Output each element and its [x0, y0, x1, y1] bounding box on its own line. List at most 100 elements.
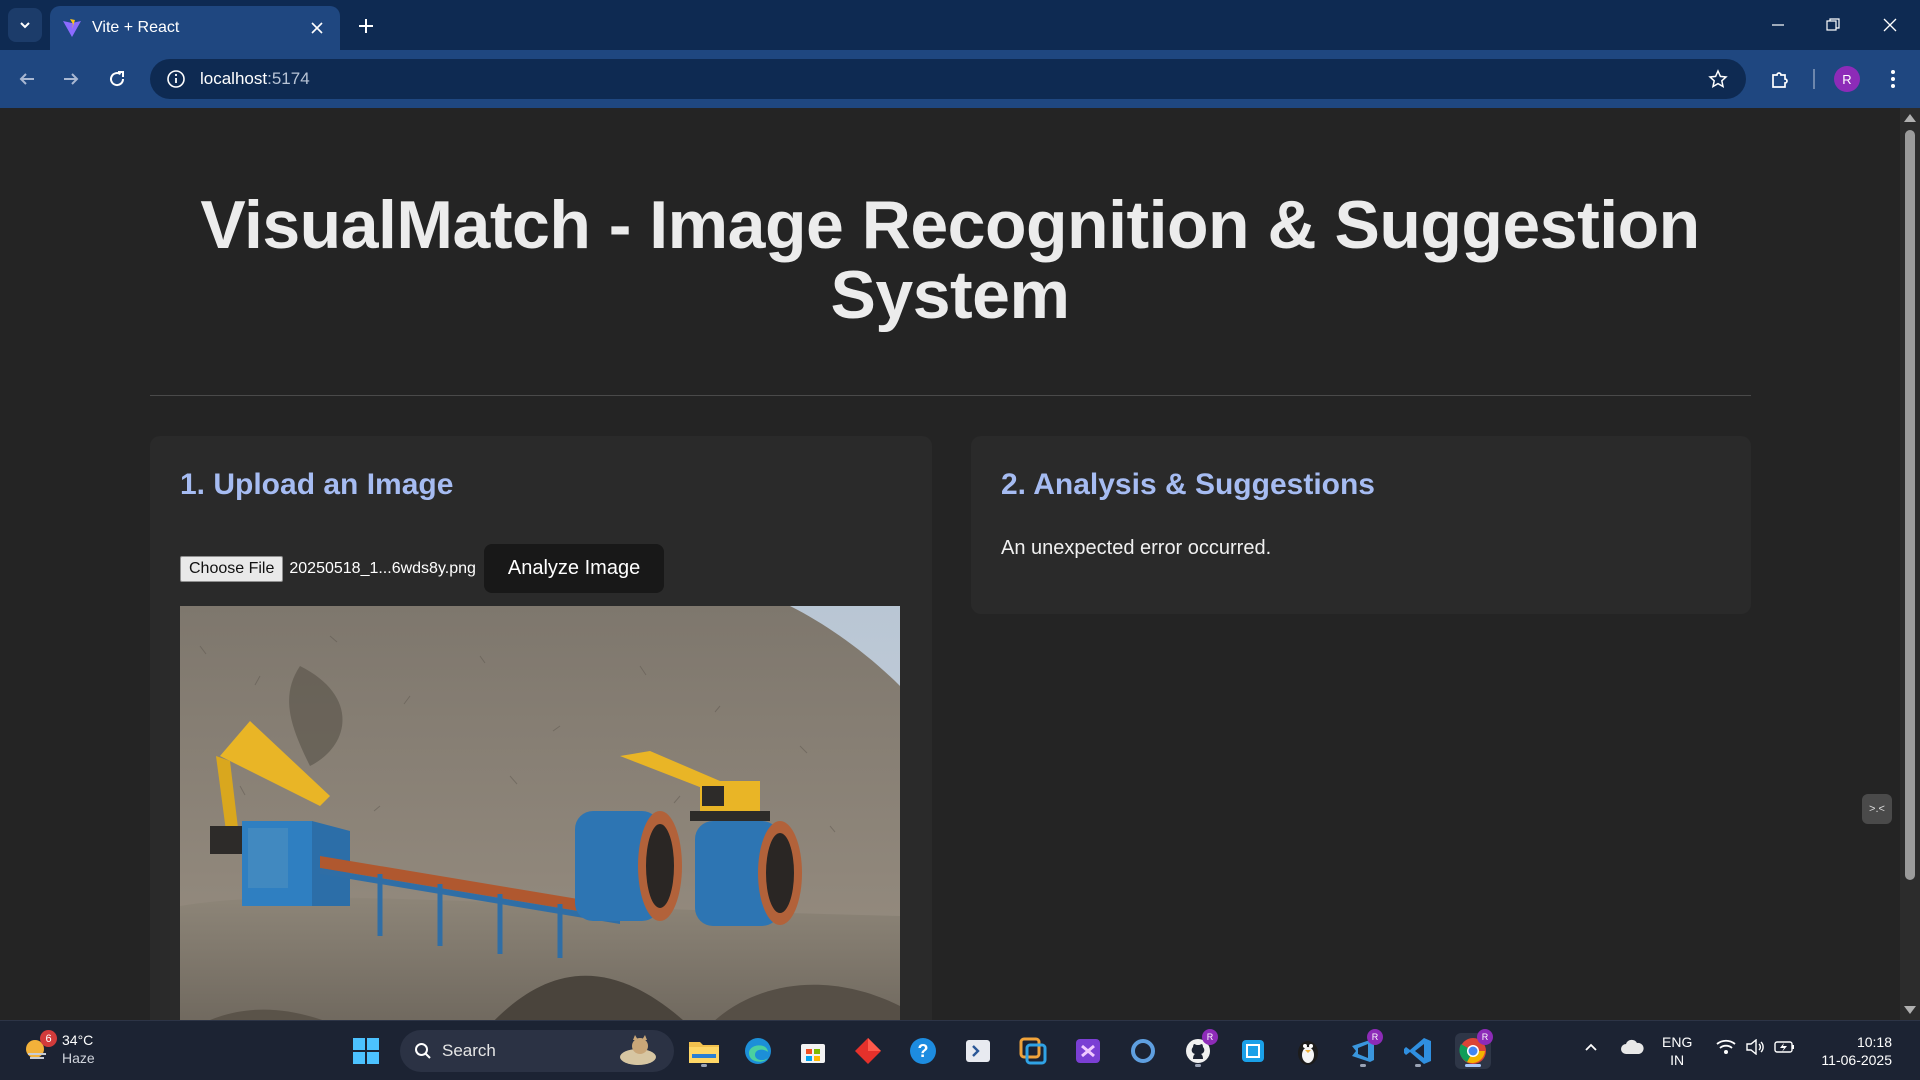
- landfill-excavator-photo: [180, 606, 900, 1020]
- lang-region: IN: [1670, 1052, 1685, 1068]
- restore-icon: [1826, 18, 1840, 31]
- weather-badge: 6: [40, 1030, 57, 1047]
- scroll-thumb[interactable]: [1905, 130, 1915, 880]
- title-divider: [150, 395, 1751, 396]
- taskbar: 6 34°C Haze Search ? R R R ENG IN 10:18 …: [0, 1020, 1920, 1080]
- url-port: :5174: [267, 69, 310, 88]
- red-diamond-app-taskbar-icon[interactable]: [850, 1033, 886, 1069]
- show-hidden-icons-button[interactable]: [1583, 1039, 1599, 1058]
- browser-toolbar: localhost:5174 R: [0, 50, 1920, 108]
- input-language-indicator[interactable]: ENG IN: [1662, 1033, 1692, 1069]
- vscode-taskbar-icon[interactable]: [1400, 1033, 1436, 1069]
- browser-menu-button[interactable]: [1878, 64, 1908, 94]
- reload-icon: [110, 71, 125, 87]
- weather-temp: 34°C: [62, 1032, 94, 1048]
- running-indicator: [1415, 1064, 1421, 1067]
- wifi-icon: [1716, 1039, 1736, 1054]
- uploaded-image-preview: [180, 606, 900, 1020]
- star-icon[interactable]: [1708, 69, 1728, 89]
- site-info-icon[interactable]: [166, 69, 186, 89]
- back-button[interactable]: [12, 64, 42, 94]
- active-indicator: [1465, 1064, 1481, 1067]
- weather-widget[interactable]: 6 34°C Haze: [22, 1030, 95, 1067]
- microsoft-store-taskbar-icon[interactable]: [795, 1033, 831, 1069]
- page-viewport: VisualMatch - Image Recognition & Sugges…: [0, 108, 1900, 1020]
- speaker-icon: [1746, 1038, 1764, 1056]
- running-indicator: [701, 1064, 707, 1067]
- snipping-tool-taskbar-icon[interactable]: [1235, 1033, 1271, 1069]
- tab-search-button[interactable]: [8, 8, 42, 42]
- minimize-button[interactable]: [1758, 10, 1798, 40]
- minimize-icon: [1772, 24, 1784, 26]
- url-text: localhost:5174: [200, 69, 310, 89]
- scroll-down-arrow[interactable]: [1904, 1006, 1916, 1014]
- tab-title: Vite + React: [92, 19, 180, 36]
- page-scrollbar[interactable]: [1900, 108, 1920, 1020]
- file-input-row: Choose File 20250518_1...6wds8y.png Anal…: [180, 544, 665, 593]
- weather-icon: 6: [22, 1030, 57, 1064]
- windows-logo-icon: [353, 1038, 379, 1064]
- address-bar[interactable]: localhost:5174: [150, 59, 1746, 99]
- taskbar-search[interactable]: Search: [400, 1030, 674, 1072]
- cortana-ring-taskbar-icon[interactable]: [1125, 1033, 1161, 1069]
- weather-condition: Haze: [62, 1050, 95, 1066]
- puzzle-icon: [1772, 72, 1788, 88]
- battery-charging-icon: [1774, 1041, 1794, 1053]
- network-status-button[interactable]: [1716, 1039, 1736, 1058]
- profile-badge: R: [1477, 1029, 1493, 1045]
- clock-time: 10:18: [1856, 1034, 1892, 1050]
- get-help-taskbar-icon[interactable]: ?: [905, 1033, 941, 1069]
- visual-studio-taskbar-icon[interactable]: [1070, 1033, 1106, 1069]
- choose-file-button[interactable]: Choose File: [180, 555, 284, 582]
- lang-code: ENG: [1662, 1034, 1693, 1050]
- page-title: VisualMatch - Image Recognition & Sugges…: [200, 187, 1700, 333]
- svg-text:?: ?: [918, 1041, 929, 1061]
- floating-widget-button[interactable]: >.<: [1862, 794, 1892, 824]
- close-window-button[interactable]: [1870, 10, 1910, 40]
- file-explorer-taskbar-icon[interactable]: [686, 1033, 722, 1069]
- analysis-heading: 2. Analysis & Suggestions: [1001, 468, 1375, 501]
- avatar: R: [1834, 66, 1860, 92]
- clock-date: 11-06-2025: [1821, 1052, 1892, 1068]
- chrome-taskbar-icon[interactable]: R: [1455, 1029, 1493, 1069]
- windows-365-taskbar-icon[interactable]: [1015, 1033, 1051, 1069]
- github-taskbar-icon[interactable]: R: [1180, 1029, 1218, 1069]
- search-icon: [415, 1043, 431, 1059]
- penguin-app-taskbar-icon[interactable]: [1290, 1033, 1326, 1069]
- cloud-icon: [1621, 1039, 1644, 1054]
- close-icon: [1883, 18, 1897, 32]
- profile-badge: R: [1202, 1029, 1218, 1045]
- chevron-up-icon: [1585, 1043, 1597, 1051]
- running-indicator: [1195, 1064, 1201, 1067]
- close-tab-icon[interactable]: [306, 17, 328, 39]
- error-message: An unexpected error occurred.: [1001, 537, 1272, 559]
- clock[interactable]: 10:18 11-06-2025: [1812, 1033, 1892, 1069]
- chevron-down-icon: [20, 22, 30, 29]
- upload-heading: 1. Upload an Image: [180, 468, 454, 501]
- edge-taskbar-icon[interactable]: [740, 1033, 776, 1069]
- toolbar-divider: [1813, 69, 1815, 89]
- new-tab-button[interactable]: [352, 12, 380, 40]
- powershell-taskbar-icon[interactable]: [960, 1033, 996, 1069]
- onedrive-tray-icon[interactable]: [1620, 1039, 1644, 1058]
- arrow-left-icon: [19, 73, 34, 85]
- battery-button[interactable]: [1774, 1040, 1796, 1057]
- browser-tab[interactable]: Vite + React: [50, 6, 340, 50]
- analysis-card: 2. Analysis & Suggestions An unexpected …: [971, 436, 1751, 614]
- arrow-right-icon: [64, 73, 79, 85]
- url-host: localhost: [200, 69, 268, 88]
- tab-strip: Vite + React: [0, 0, 1920, 50]
- extensions-button[interactable]: [1765, 64, 1795, 94]
- scroll-up-arrow[interactable]: [1904, 114, 1916, 122]
- restore-button[interactable]: [1813, 10, 1853, 40]
- profile-button[interactable]: R: [1832, 64, 1862, 94]
- analyze-image-button[interactable]: Analyze Image: [483, 544, 665, 593]
- vite-logo-icon: [63, 19, 81, 37]
- profile-badge: R: [1367, 1029, 1383, 1045]
- reload-button[interactable]: [102, 64, 132, 94]
- volume-button[interactable]: [1745, 1038, 1765, 1058]
- vscode-insiders-taskbar-icon[interactable]: R: [1345, 1029, 1383, 1069]
- start-button[interactable]: [348, 1033, 384, 1069]
- kebab-menu-icon: [1891, 70, 1895, 88]
- forward-button[interactable]: [56, 64, 86, 94]
